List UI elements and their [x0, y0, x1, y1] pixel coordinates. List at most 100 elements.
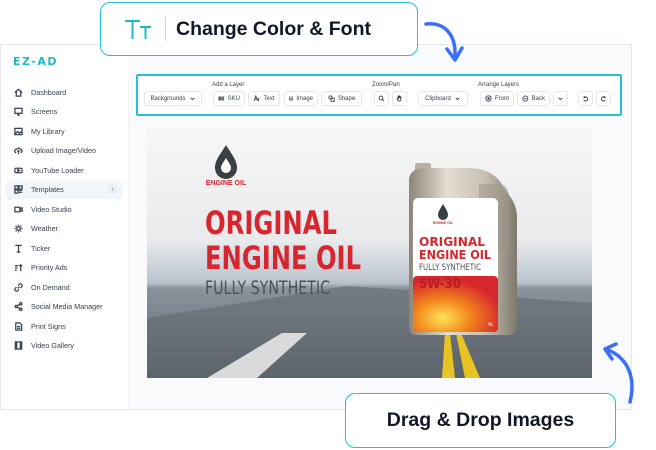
- jug-line-3: FULLY SYNTHETIC: [419, 263, 481, 273]
- oil-jug-image: ENGINE OIL ORIGINAL ENGINE OIL FULLY SYN…: [409, 163, 517, 335]
- jug-line-2: ENGINE OIL: [419, 248, 491, 262]
- jug-volume: 4L: [488, 322, 494, 328]
- add-shape-button[interactable]: Shape: [321, 91, 362, 106]
- callout-text: Change Color & Font: [176, 17, 371, 40]
- text-size-icon: [117, 17, 159, 41]
- callout-text: Drag & Drop Images: [386, 409, 575, 431]
- sidebar-item-upload[interactable]: Upload Image/Video: [5, 142, 123, 160]
- redo-icon: [600, 96, 606, 102]
- add-sku-button[interactable]: SKU: [213, 91, 245, 106]
- undo-button[interactable]: [578, 91, 593, 106]
- sidebar-item-label: Video Studio: [31, 204, 72, 214]
- image-label: Image: [296, 95, 313, 102]
- backgrounds-label: Backgrounds: [150, 95, 186, 102]
- clipboard-label: Clipboard: [425, 95, 451, 102]
- image-icon: [289, 96, 294, 101]
- minus-circle-icon: [522, 95, 529, 102]
- sidebar-item-screens[interactable]: Screens: [5, 103, 123, 121]
- sidebar-item-label: Weather: [31, 224, 59, 233]
- zoom-button[interactable]: [374, 91, 389, 106]
- jug-line-1: ORIGINAL: [419, 235, 485, 249]
- brand-label: ENGINE OIL: [206, 180, 247, 187]
- text-icon: [254, 95, 260, 102]
- sidebar-item-label: Templates: [31, 185, 64, 194]
- brand-logo: EZ-AD: [13, 55, 59, 68]
- sku-label: SKU: [227, 95, 240, 102]
- sidebar-item-label: Ticker: [31, 243, 51, 253]
- jug-brand-label: ENGINE OIL: [433, 221, 454, 225]
- sidebar-item-social-media-manager[interactable]: Social Media Manager: [5, 298, 123, 316]
- sidebar-item-print-signs[interactable]: Print Signs: [5, 317, 123, 335]
- youtube-icon: [11, 166, 25, 175]
- pan-button[interactable]: [392, 91, 407, 106]
- shape-label: Shape: [337, 95, 356, 102]
- clipboard-dropdown[interactable]: Clipboard: [418, 91, 468, 106]
- callout-divider: [165, 17, 166, 41]
- back-label: Back: [531, 95, 545, 102]
- chevron-down-icon: [189, 97, 195, 101]
- home-icon: [11, 88, 25, 97]
- priority-icon: [11, 263, 25, 272]
- sidebar-item-label: On Demand: [31, 282, 70, 292]
- subheadline: FULLY SYNTHETIC: [205, 277, 330, 299]
- arrange-more-button[interactable]: [553, 91, 568, 106]
- video-icon: [11, 205, 25, 214]
- add-image-button[interactable]: Image: [284, 91, 318, 106]
- image-icon: [11, 127, 25, 136]
- hand-icon: [396, 95, 402, 102]
- editor-toolbar: Backgrounds Add a Layer SKU Text Image S…: [136, 74, 622, 116]
- search-icon: [378, 95, 385, 102]
- sidebar-item-templates[interactable]: Templates ›: [5, 180, 123, 199]
- sidebar-item-label: Social Media Manager: [31, 302, 103, 311]
- sidebar-item-label: Priority Ads: [31, 263, 68, 272]
- monitor-icon: [11, 107, 25, 116]
- sidebar-item-my-library[interactable]: My Library: [5, 122, 123, 140]
- change-color-font-callout: Change Color & Font: [100, 2, 418, 56]
- sidebar-item-dashboard[interactable]: Dashboard: [5, 83, 123, 101]
- document-icon: [11, 321, 25, 331]
- shape-icon: [328, 95, 335, 102]
- link-icon: [11, 282, 25, 292]
- chevron-down-icon: [455, 97, 460, 101]
- sidebar-item-label: Screens: [31, 107, 58, 116]
- ad-artwork: ENGINE OIL ORIGINAL ENGINE OIL FULLY SYN…: [147, 128, 592, 378]
- plus-circle-icon: [485, 95, 492, 102]
- sidebar-item-label: Upload Image/Video: [31, 146, 96, 155]
- sidebar-item-video-studio[interactable]: Video Studio: [5, 200, 123, 218]
- add-text-button[interactable]: Text: [248, 91, 280, 106]
- upload-cloud-icon: [11, 146, 25, 155]
- bring-front-button[interactable]: Front: [480, 91, 514, 106]
- sidebar: Dashboard Screens My Library Upload Imag…: [1, 81, 129, 409]
- sidebar-item-label: YouTube Loader: [31, 165, 84, 175]
- design-canvas[interactable]: ENGINE OIL ORIGINAL ENGINE OIL FULLY SYN…: [147, 128, 592, 378]
- curved-arrow-icon: [603, 342, 634, 404]
- ticker-icon: [11, 244, 25, 253]
- drag-drop-images-callout: Drag & Drop Images: [345, 393, 616, 448]
- curved-arrow-icon: [424, 22, 464, 62]
- sidebar-item-ticker[interactable]: Ticker: [5, 239, 123, 257]
- headline-line-2: ENGINE OIL: [205, 239, 361, 277]
- chevron-down-icon: [558, 97, 563, 101]
- sun-icon: [11, 224, 25, 233]
- chevron-right-icon: ›: [108, 185, 117, 194]
- redo-button[interactable]: [596, 91, 611, 106]
- film-icon: [11, 341, 25, 350]
- sidebar-item-youtube-loader[interactable]: YouTube Loader: [5, 161, 123, 179]
- sidebar-item-label: Print Signs: [31, 321, 66, 331]
- front-label: Front: [494, 95, 509, 102]
- barcode-icon: [218, 96, 225, 101]
- zoom-pan-label: Zoom/Pan: [372, 82, 400, 88]
- sidebar-item-weather[interactable]: Weather: [5, 220, 123, 238]
- sidebar-item-on-demand[interactable]: On Demand: [5, 278, 123, 296]
- sidebar-item-label: Dashboard: [31, 87, 67, 97]
- backgrounds-dropdown[interactable]: Backgrounds: [144, 91, 202, 106]
- send-back-button[interactable]: Back: [517, 91, 550, 106]
- text-label: Text: [263, 95, 275, 102]
- jug-grade: 5W-30: [419, 277, 461, 292]
- undo-icon: [583, 96, 589, 102]
- sidebar-item-priority-ads[interactable]: Priority Ads: [5, 259, 123, 277]
- templates-icon: [11, 185, 25, 194]
- sidebar-item-label: Video Gallery: [31, 341, 75, 350]
- share-icon: [11, 302, 25, 311]
- sidebar-item-video-gallery[interactable]: Video Gallery: [5, 337, 123, 355]
